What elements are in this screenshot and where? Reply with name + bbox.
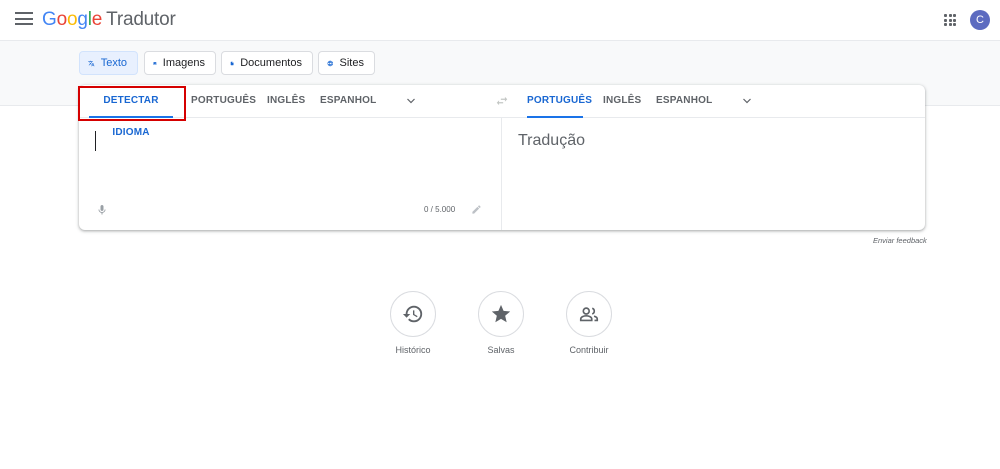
mode-button-images[interactable]: Imagens — [144, 51, 216, 75]
mode-label: Sites — [339, 57, 364, 69]
translate-icon — [88, 60, 95, 66]
mode-label: Texto — [100, 57, 127, 69]
tab-target-spanish[interactable]: ESPANHOL — [656, 85, 712, 117]
star-icon — [491, 304, 511, 323]
language-tabs-row: DETECTAR IDIOMA PORTUGUÊS INGLÊS ESPANHO… — [79, 85, 925, 138]
menu-icon[interactable] — [15, 12, 33, 28]
globe-icon — [327, 60, 333, 66]
tab-target-portuguese[interactable]: PORTUGUÊS — [527, 85, 592, 118]
text-cursor — [95, 131, 96, 151]
mode-label: Imagens — [162, 57, 205, 69]
history-label: Histórico — [395, 345, 431, 355]
mode-button-sites[interactable]: Sites — [318, 51, 375, 75]
apps-grid-icon[interactable] — [944, 14, 956, 26]
tab-target-english[interactable]: INGLÊS — [603, 85, 641, 117]
character-count: 0 / 5.000 — [424, 205, 456, 214]
product-name: Tradutor — [106, 9, 176, 30]
target-languages-chevron-down-icon[interactable] — [741, 95, 753, 107]
mode-button-text[interactable]: Texto — [79, 51, 138, 75]
google-translate-logo[interactable]: Google Tradutor — [42, 9, 176, 31]
account-avatar[interactable]: C — [970, 10, 990, 30]
tab-source-portuguese[interactable]: PORTUGUÊS — [191, 85, 256, 117]
translation-card: DETECTAR IDIOMA PORTUGUÊS INGLÊS ESPANHO… — [79, 85, 925, 230]
saved-button[interactable] — [478, 291, 524, 337]
source-text-input[interactable] — [91, 129, 491, 193]
tab-detect-language[interactable]: DETECTAR IDIOMA — [89, 85, 173, 138]
mode-button-documents[interactable]: Documentos — [221, 51, 313, 75]
panel-divider — [501, 117, 502, 230]
top-bar: Google Tradutor C — [0, 0, 1000, 41]
saved-label: Salvas — [487, 345, 515, 355]
tab-source-english[interactable]: INGLÊS — [267, 85, 305, 117]
history-icon — [402, 305, 423, 323]
contribute-button[interactable] — [566, 291, 612, 337]
contribute-label: Contribuir — [569, 345, 609, 355]
tab-source-spanish[interactable]: ESPANHOL — [320, 85, 376, 117]
people-icon — [579, 307, 599, 322]
microphone-icon[interactable] — [96, 203, 108, 217]
source-languages-chevron-down-icon[interactable] — [405, 95, 417, 107]
document-icon — [230, 61, 234, 65]
send-feedback-link[interactable]: Enviar feedback — [873, 236, 927, 245]
image-icon — [153, 61, 157, 65]
translation-output-placeholder: Tradução — [518, 132, 585, 149]
mode-label: Documentos — [240, 57, 302, 69]
swap-languages-icon[interactable] — [495, 94, 509, 108]
pencil-icon[interactable] — [471, 204, 482, 215]
history-button[interactable] — [390, 291, 436, 337]
